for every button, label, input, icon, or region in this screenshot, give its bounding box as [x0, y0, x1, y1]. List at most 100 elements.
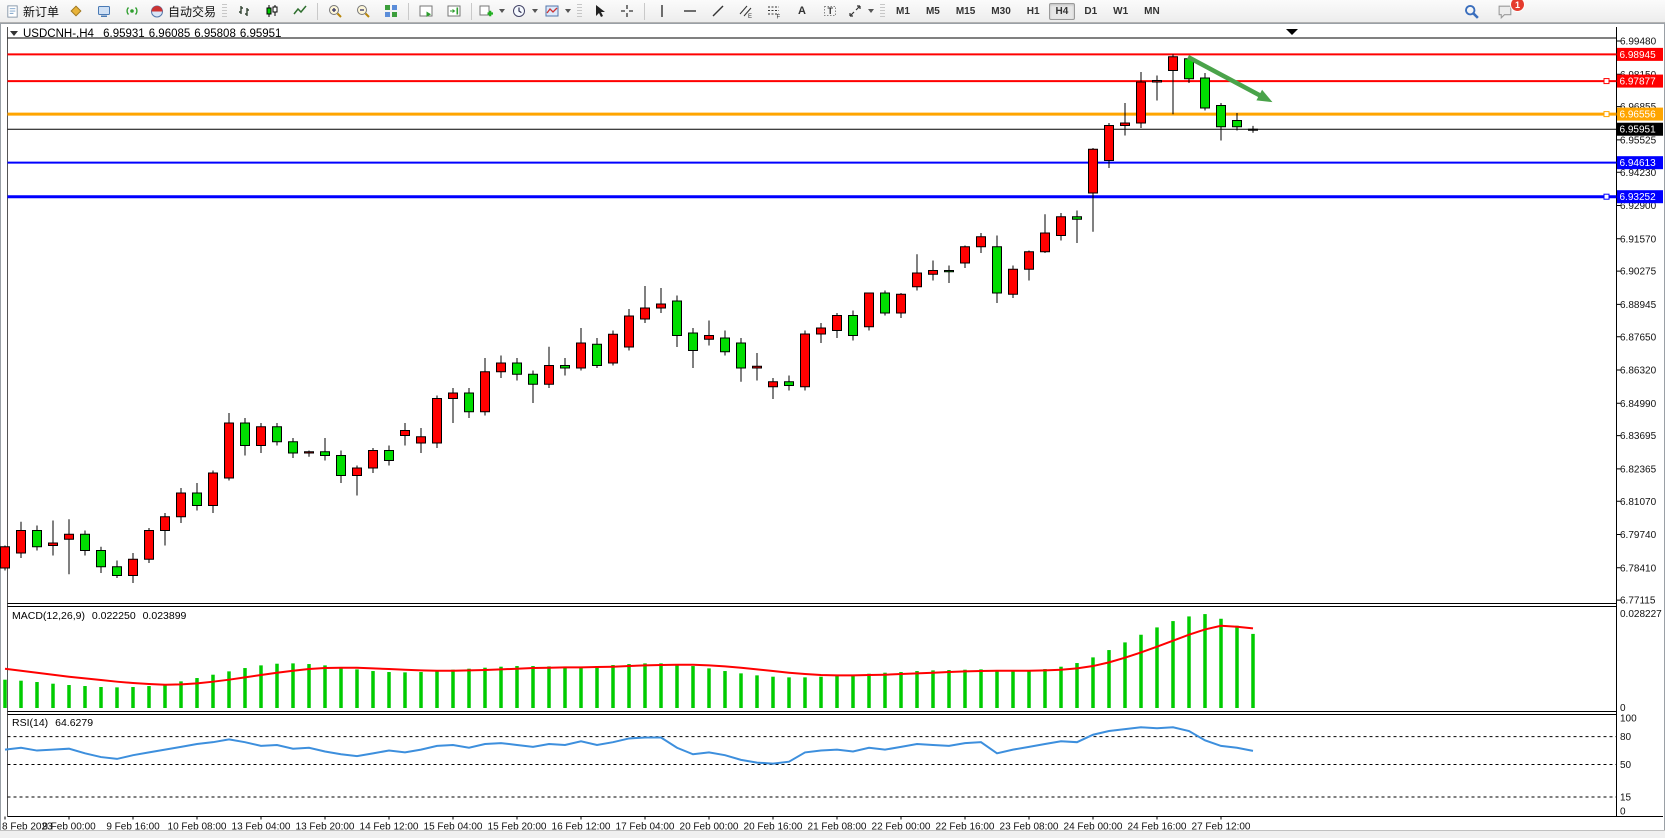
- new-order-label: 新订单: [23, 3, 59, 20]
- signal-icon: [124, 3, 140, 19]
- high-value: 6.96085: [149, 28, 191, 40]
- autotrading-label: 自动交易: [168, 3, 216, 20]
- chevron-down-icon: [868, 9, 874, 13]
- candlestick-chart-button[interactable]: [258, 0, 286, 22]
- zoom-in-button[interactable]: [321, 0, 349, 22]
- timeframe-MN[interactable]: MN: [1137, 3, 1167, 20]
- timeframe-M1[interactable]: M1: [889, 3, 917, 20]
- timeframe-H4[interactable]: H4: [1049, 3, 1076, 20]
- bar-chart-button[interactable]: [230, 0, 258, 22]
- autotrading-button[interactable]: 自动交易: [146, 0, 219, 22]
- zoom-out-button[interactable]: [349, 0, 377, 22]
- main-toolbar: 新订单 自动交易: [0, 0, 1665, 23]
- navigator-button[interactable]: [90, 0, 118, 22]
- ohlc-readout: 6.959316.960856.958086.95951: [103, 28, 285, 40]
- timeframe-M15[interactable]: M15: [949, 3, 982, 20]
- add-indicator-button[interactable]: [475, 0, 508, 22]
- market-watch-icon: [68, 3, 84, 19]
- svg-text:6.97877: 6.97877: [1620, 77, 1657, 88]
- search-button[interactable]: [1457, 0, 1485, 22]
- line-chart-icon: [292, 3, 308, 19]
- svg-text:50: 50: [1620, 760, 1632, 771]
- text-tool-button[interactable]: A: [788, 0, 816, 22]
- svg-text:100: 100: [1620, 714, 1637, 725]
- svg-text:0: 0: [1620, 703, 1626, 714]
- templates-button[interactable]: [541, 0, 574, 22]
- chart-window: 6.994806.981506.968556.955256.942306.929…: [0, 23, 1665, 831]
- svg-text:T: T: [828, 6, 834, 16]
- navigator-icon: [96, 3, 112, 19]
- macd-label: MACD(12,26,9) 0.022250 0.023899: [12, 610, 186, 622]
- timeframe-M5[interactable]: M5: [919, 3, 947, 20]
- arrows-tool-button[interactable]: [844, 0, 877, 22]
- horizontal-line-button[interactable]: [676, 0, 704, 22]
- chart-shift-button[interactable]: [440, 0, 468, 22]
- trendline-button[interactable]: [704, 0, 732, 22]
- cursor-icon: [591, 3, 607, 19]
- chart-canvas[interactable]: 6.994806.981506.968556.955256.942306.929…: [0, 23, 1665, 831]
- svg-text:6.78410: 6.78410: [1620, 563, 1657, 574]
- timeframe-H1[interactable]: H1: [1020, 3, 1047, 20]
- equidistant-channel-icon: E: [738, 3, 754, 19]
- tile-windows-button[interactable]: [377, 0, 405, 22]
- svg-text:6.93252: 6.93252: [1620, 192, 1657, 203]
- svg-text:6.88945: 6.88945: [1620, 300, 1657, 311]
- symbol-label: USDCNH-,H4: [23, 28, 94, 40]
- new-order-icon: [5, 4, 20, 19]
- cursor-button[interactable]: [585, 0, 613, 22]
- timeframe-M30[interactable]: M30: [984, 3, 1017, 20]
- low-value: 6.95808: [194, 28, 236, 40]
- svg-text:F: F: [777, 15, 781, 20]
- fibonacci-icon: F: [766, 3, 782, 19]
- trendline-icon: [710, 3, 726, 19]
- toolbar-grip: [222, 4, 227, 19]
- toolbar-right-cluster: 1: [1457, 0, 1519, 22]
- chart-title: USDCNH-,H4 6.959316.960856.958086.95951: [10, 28, 285, 40]
- equidistant-channel-button[interactable]: E: [732, 0, 760, 22]
- template-icon: [544, 3, 560, 19]
- svg-text:6.81070: 6.81070: [1620, 497, 1657, 508]
- auto-scroll-button[interactable]: [412, 0, 440, 22]
- svg-text:6.86320: 6.86320: [1620, 366, 1657, 377]
- symbol-dropdown-icon[interactable]: [10, 31, 18, 36]
- signal-button[interactable]: [118, 0, 146, 22]
- market-watch-button[interactable]: [62, 0, 90, 22]
- toolbar-grip: [880, 4, 885, 19]
- chevron-down-icon: [499, 9, 505, 13]
- svg-text:6.83695: 6.83695: [1620, 431, 1657, 442]
- svg-text:6.96556: 6.96556: [1620, 110, 1657, 121]
- toolbar-separator: [408, 3, 409, 20]
- svg-text:6.99480: 6.99480: [1620, 37, 1657, 48]
- fibonacci-button[interactable]: F: [760, 0, 788, 22]
- svg-text:6.95951: 6.95951: [1620, 125, 1657, 136]
- add-indicator-icon: [478, 3, 494, 19]
- text-label-button[interactable]: T: [816, 0, 844, 22]
- periods-button[interactable]: [508, 0, 541, 22]
- crosshair-icon: [619, 3, 635, 19]
- text-tool-icon: A: [798, 5, 806, 17]
- search-icon: [1463, 3, 1480, 20]
- toolbar-grip: [577, 4, 582, 19]
- svg-text:6.84990: 6.84990: [1620, 399, 1657, 410]
- open-value: 6.95931: [103, 28, 145, 40]
- new-order-button[interactable]: 新订单: [2, 0, 62, 22]
- chat-button[interactable]: 1: [1491, 0, 1519, 22]
- status-bar: [0, 830, 1665, 838]
- vertical-line-button[interactable]: [648, 0, 676, 22]
- vertical-line-icon: [654, 3, 670, 19]
- chat-badge: 1: [1510, 0, 1525, 12]
- svg-text:0.028227: 0.028227: [1620, 609, 1662, 620]
- line-chart-button[interactable]: [286, 0, 314, 22]
- svg-text:E: E: [748, 14, 752, 19]
- timeframe-W1[interactable]: W1: [1106, 3, 1135, 20]
- svg-text:6.87650: 6.87650: [1620, 332, 1657, 343]
- timeframe-group: M1M5M15M30H1H4D1W1MN: [888, 3, 1168, 20]
- horizontal-line-icon: [682, 3, 698, 19]
- svg-text:0: 0: [1620, 807, 1626, 818]
- text-label-icon: T: [822, 3, 838, 19]
- svg-text:80: 80: [1620, 732, 1632, 743]
- chevron-down-icon: [532, 9, 538, 13]
- timeframe-D1[interactable]: D1: [1077, 3, 1104, 20]
- arrows-tool-icon: [847, 3, 863, 19]
- crosshair-button[interactable]: [613, 0, 641, 22]
